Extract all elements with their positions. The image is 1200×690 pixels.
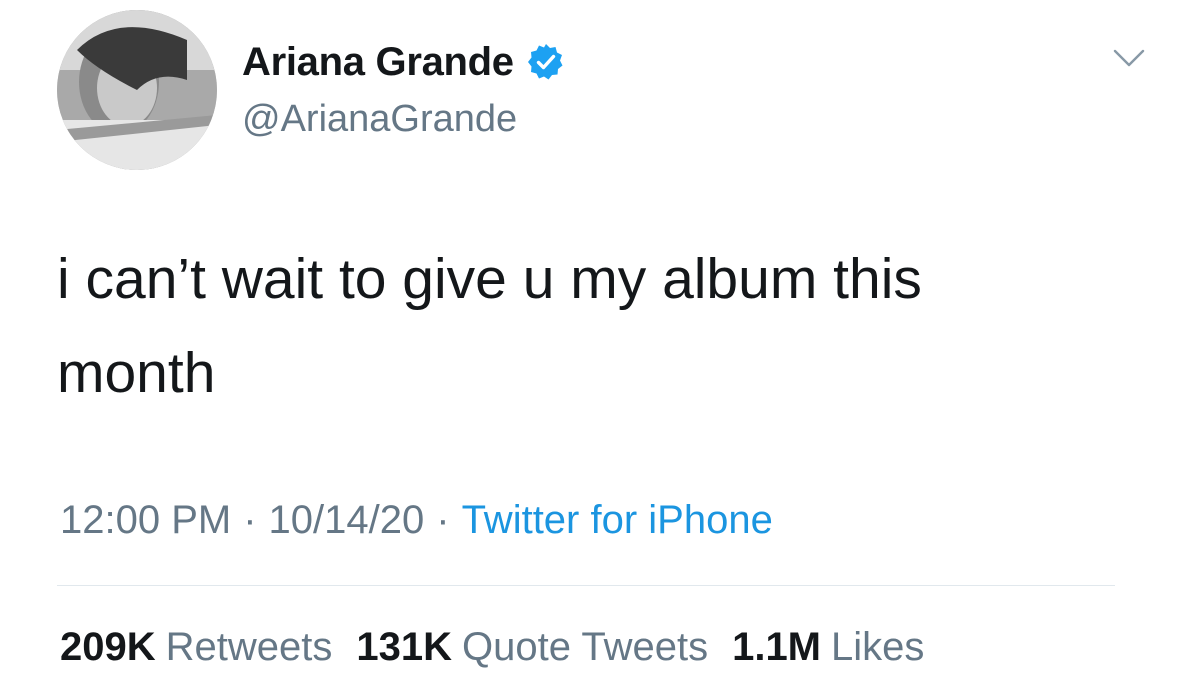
quote-tweets-label: Quote Tweets xyxy=(462,625,709,669)
tweet-stats: 209K Retweets 131K Quote Tweets 1.1M Likes xyxy=(60,622,948,672)
tweet-text-line: month xyxy=(57,341,216,405)
quote-tweets-stat[interactable]: 131K Quote Tweets xyxy=(356,622,708,672)
chevron-down-icon[interactable] xyxy=(1112,46,1146,70)
divider xyxy=(57,585,1115,586)
tweet-text: i can’t wait to give u my album this mon… xyxy=(57,232,1117,420)
meta-separator: · xyxy=(436,498,450,542)
author-handle[interactable]: @ArianaGrande xyxy=(242,96,517,142)
tweet-source-link[interactable]: Twitter for iPhone xyxy=(462,498,773,542)
tweet-meta: 12:00 PM · 10/14/20 · Twitter for iPhone xyxy=(60,495,773,545)
tweet-date[interactable]: 10/14/20 xyxy=(269,498,425,542)
meta-separator: · xyxy=(243,498,257,542)
likes-count: 1.1M xyxy=(732,625,822,669)
author-name-text: Ariana Grande xyxy=(242,40,514,84)
likes-stat[interactable]: 1.1M Likes xyxy=(732,622,924,672)
likes-label: Likes xyxy=(831,625,925,669)
retweets-label: Retweets xyxy=(165,625,333,669)
quote-tweets-count: 131K xyxy=(356,625,452,669)
tweet-time[interactable]: 12:00 PM xyxy=(60,498,231,542)
retweets-stat[interactable]: 209K Retweets xyxy=(60,622,332,672)
tweet-text-line: i can’t wait to give u my album this xyxy=(57,247,922,311)
verified-badge-icon xyxy=(526,42,566,82)
avatar[interactable] xyxy=(57,10,217,170)
retweets-count: 209K xyxy=(60,625,156,669)
author-name[interactable]: Ariana Grande xyxy=(242,38,566,86)
